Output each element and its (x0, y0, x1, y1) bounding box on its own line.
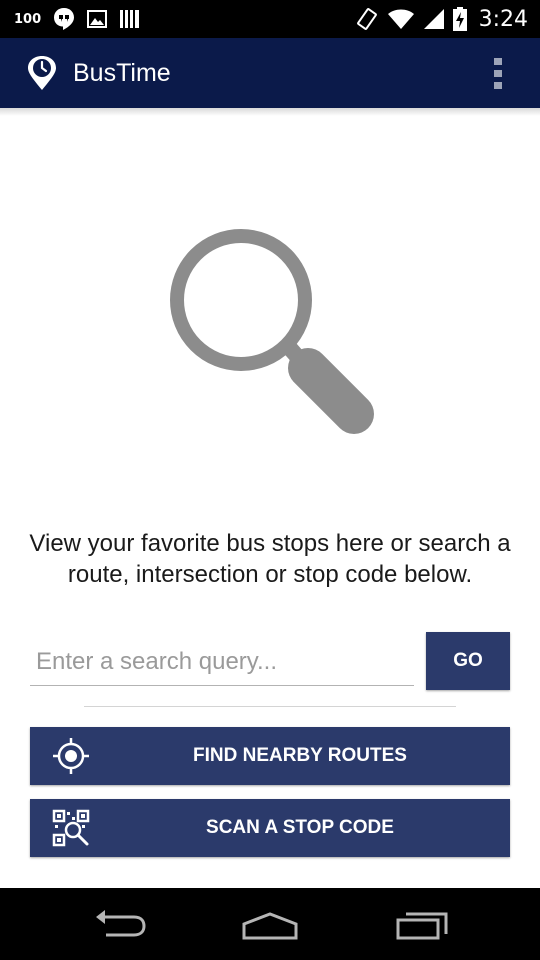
status-time: 3:24 (478, 6, 528, 32)
back-icon[interactable] (90, 904, 150, 944)
scan-stop-code-button[interactable]: SCAN A STOP CODE (30, 799, 510, 857)
battery-charging-icon (452, 7, 467, 31)
battery-percent: 100 (14, 11, 42, 27)
wifi-icon (387, 8, 415, 30)
find-nearby-routes-label: FIND NEARBY ROUTES (193, 745, 407, 766)
gps-target-icon (52, 737, 90, 775)
status-left: 100 (14, 0, 141, 38)
image-icon (87, 10, 108, 28)
status-bar: 100 3:24 (0, 0, 540, 38)
status-right: 3:24 (355, 0, 528, 38)
recents-icon[interactable] (392, 904, 452, 944)
divider (84, 706, 456, 707)
home-icon[interactable] (240, 904, 300, 944)
location-clock-icon (26, 55, 58, 91)
rotate-icon (355, 7, 379, 31)
find-nearby-routes-button[interactable]: FIND NEARBY ROUTES (30, 727, 510, 785)
magnifier-icon (166, 226, 376, 436)
barcode-icon (119, 9, 141, 29)
hangouts-icon (53, 7, 75, 31)
signal-icon (423, 8, 445, 30)
go-button[interactable]: GO (426, 632, 510, 690)
app-bar-shadow (0, 108, 540, 116)
app-bar: BusTime (0, 38, 540, 108)
overflow-menu-icon[interactable] (486, 58, 510, 90)
scan-stop-code-label: SCAN A STOP CODE (206, 817, 394, 838)
app-title: BusTime (73, 59, 171, 87)
navigation-bar (0, 888, 540, 960)
search-input[interactable] (30, 638, 414, 686)
empty-state-message: View your favorite bus stops here or sea… (29, 530, 511, 588)
qr-scan-icon (52, 809, 90, 847)
